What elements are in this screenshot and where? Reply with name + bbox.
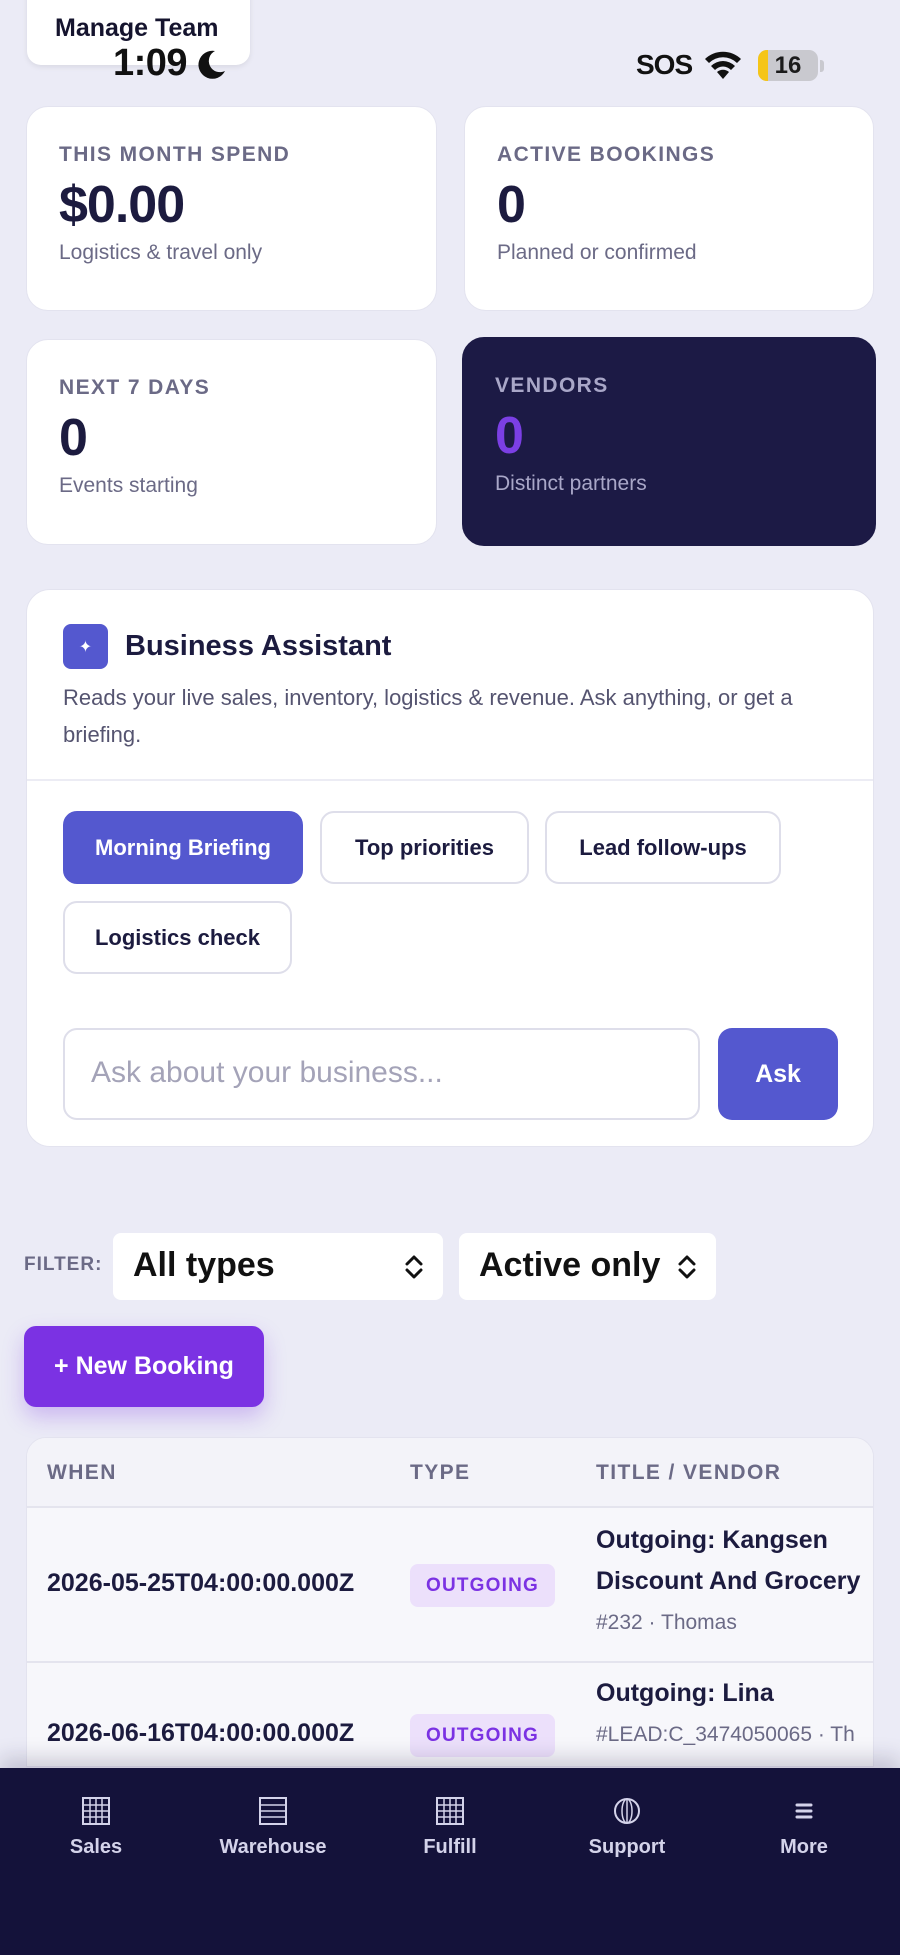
stat-card-vendors: VENDORS 0 Distinct partners [462, 337, 876, 546]
row-title[interactable]: Outgoing: Lina [596, 1673, 866, 1714]
bottom-nav: Sales Warehouse Fulfill Support More [0, 1768, 900, 1955]
stat-value: 0 [495, 407, 524, 465]
row-meta: #232 · Thomas [596, 1611, 737, 1634]
type-filter-select[interactable]: All types [113, 1233, 443, 1300]
new-booking-button[interactable]: + New Booking [24, 1326, 264, 1407]
stat-value: 0 [59, 409, 88, 467]
stat-subtext: Planned or confirmed [497, 241, 697, 264]
stat-label: NEXT 7 DAYS [59, 376, 211, 399]
stat-label: THIS MONTH SPEND [59, 143, 291, 166]
table-row[interactable]: 2026-06-16T04:00:00.000Z OUTGOING Outgoi… [27, 1663, 873, 1766]
stat-card-month-spend: THIS MONTH SPEND $0.00 Logistics & trave… [26, 106, 437, 311]
wifi-icon [705, 51, 741, 79]
globe-icon [614, 1798, 640, 1824]
stat-value: $0.00 [59, 176, 185, 234]
chip-top-priorities[interactable]: Top priorities [320, 811, 529, 884]
battery-tip [820, 60, 824, 72]
stat-subtext: Events starting [59, 474, 198, 497]
row-when: 2026-05-25T04:00:00.000Z [47, 1569, 355, 1597]
stat-card-active-bookings: ACTIVE BOOKINGS 0 Planned or confirmed [464, 106, 874, 311]
battery-indicator: 16 [758, 50, 818, 81]
stat-label: ACTIVE BOOKINGS [497, 143, 716, 166]
nav-label: Sales [69, 1836, 123, 1858]
menu-icon [795, 1803, 813, 1819]
stat-label: VENDORS [495, 374, 609, 397]
chip-morning-briefing[interactable]: Morning Briefing [63, 811, 303, 884]
status-bar: Manage Team 1:09 SOS 16 [0, 0, 900, 100]
status-filter-select[interactable]: Active only [459, 1233, 716, 1300]
assistant-header: ✦ Business Assistant Reads your live sal… [27, 590, 873, 781]
chevron-updown-icon [678, 1255, 696, 1279]
bookings-table: WHEN TYPE TITLE / VENDOR 2026-05-25T04:0… [26, 1437, 874, 1767]
filter-label: FILTER: [24, 1254, 103, 1275]
stat-subtext: Distinct partners [495, 472, 647, 495]
battery-percent: 16 [774, 52, 802, 79]
sparkle-icon: ✦ [63, 624, 108, 669]
nav-item-more[interactable]: More [734, 1796, 874, 1859]
stat-subtext: Logistics & travel only [59, 241, 263, 264]
status-filter-value: Active only [479, 1246, 661, 1284]
row-meta: #LEAD:C_3474050065 · Th [596, 1723, 855, 1746]
nav-label: More [780, 1836, 828, 1858]
column-header-type[interactable]: TYPE [410, 1461, 470, 1485]
grid-icon [82, 1797, 110, 1825]
list-icon [259, 1797, 287, 1825]
sos-indicator: SOS [636, 49, 693, 80]
nav-item-support[interactable]: Support [557, 1796, 697, 1859]
table-header: WHEN TYPE TITLE / VENDOR [27, 1438, 873, 1508]
stat-value: 0 [497, 176, 526, 234]
ask-input[interactable]: Ask about your business... [63, 1028, 700, 1120]
column-header-when[interactable]: WHEN [47, 1461, 117, 1485]
type-filter-value: All types [133, 1246, 275, 1284]
column-header-title-vendor[interactable]: TITLE / VENDOR [596, 1461, 781, 1485]
grid-icon [436, 1797, 464, 1825]
nav-item-sales[interactable]: Sales [26, 1796, 166, 1859]
assistant-title-row: ✦ Business Assistant [63, 624, 837, 669]
type-badge: OUTGOING [410, 1714, 555, 1757]
nav-label: Warehouse [219, 1836, 327, 1858]
ask-button[interactable]: Ask [718, 1028, 838, 1120]
nav-label: Fulfill [423, 1836, 477, 1858]
row-when: 2026-06-16T04:00:00.000Z [47, 1719, 355, 1747]
assistant-title: Business Assistant [125, 630, 392, 662]
row-title[interactable]: Outgoing: Kangsen Discount And Grocery [596, 1520, 866, 1602]
stat-card-next-7-days: NEXT 7 DAYS 0 Events starting [26, 339, 437, 545]
table-row[interactable]: 2026-05-25T04:00:00.000Z OUTGOING Outgoi… [27, 1508, 873, 1663]
moon-icon [198, 50, 225, 79]
nav-item-warehouse[interactable]: Warehouse [203, 1796, 343, 1859]
chip-logistics-check[interactable]: Logistics check [63, 901, 292, 974]
chevron-updown-icon [405, 1255, 423, 1279]
status-time: 1:09 [113, 42, 188, 84]
nav-label: Support [588, 1836, 666, 1858]
chip-lead-follow-ups[interactable]: Lead follow-ups [545, 811, 781, 884]
business-assistant-card: ✦ Business Assistant Reads your live sal… [26, 589, 874, 1147]
type-badge: OUTGOING [410, 1564, 555, 1607]
assistant-description: Reads your live sales, inventory, logist… [63, 685, 793, 747]
nav-item-fulfill[interactable]: Fulfill [380, 1796, 520, 1859]
